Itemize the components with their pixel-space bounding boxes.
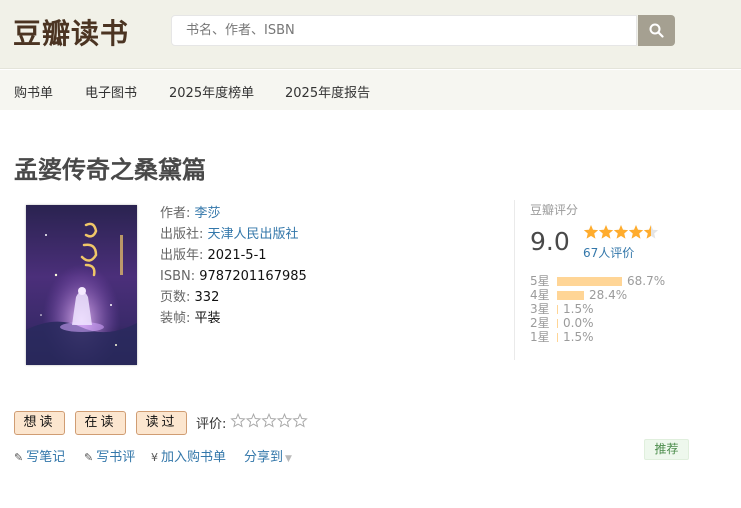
rate-label: 评价: [196,417,227,432]
rating-bar [557,319,558,328]
info-label: 作者: [160,206,191,221]
star-level-label: 3星 [530,302,550,316]
nav-item-shopping-list[interactable]: 购书单 [14,82,53,101]
star-filled-icon [613,225,629,239]
star-outline-icon [230,412,246,428]
search-button[interactable] [638,15,675,46]
nav-item-annual-report[interactable]: 2025年度报告 [285,82,370,101]
star-level-label: 4星 [530,288,550,302]
star-filled-icon [628,225,644,239]
info-isbn: ISBN: 9787201167985 [160,266,307,287]
want-to-read-button[interactable]: 想读 [14,411,65,435]
info-label: 装帧: [160,311,191,326]
rating-bar [557,305,558,314]
caret-down-icon: ▼ [285,454,292,464]
star-level-label: 2星 [530,316,550,330]
reading-button[interactable]: 在读 [75,411,126,435]
top-bar: 豆瓣读书 [0,0,741,69]
yen-icon: ¥ [151,451,158,464]
book-title: 孟婆传奇之桑黛篇 [14,156,206,184]
publisher-link[interactable]: 天津人民出版社 [208,227,299,242]
star-outline-icon [261,412,277,428]
douban-book-logo[interactable]: 豆瓣读书 [13,12,129,52]
star-level-label: 5星 [530,274,550,288]
star-filled-icon [583,225,599,239]
write-note-label: 写笔记 [26,450,66,465]
add-cart-label: 加入购书单 [161,450,227,465]
nav-item-annual-ranking[interactable]: 2025年度榜单 [169,82,254,101]
rating-bar [557,333,558,342]
rating-label: 豆瓣评分 [530,203,579,217]
star-outline-icon [276,412,293,428]
rating-percent: 1.5% [563,302,594,316]
rating-bar [557,277,622,286]
rating-percent: 0.0% [563,316,594,330]
info-value: 9787201167985 [199,269,307,284]
rating-count-link[interactable]: 67人评价 [583,244,634,261]
recommend-button[interactable]: 推荐 [644,439,689,460]
have-read-button[interactable]: 读过 [136,411,187,435]
empty-stars-icon[interactable] [230,412,310,429]
info-label: ISBN: [160,269,196,284]
info-label: 出版年: [160,248,204,263]
book-cover-image [26,205,137,365]
info-value: 平装 [194,311,221,326]
info-author: 作者: 李莎 [160,203,307,224]
star-outline-icon [245,412,262,428]
info-label: 出版社: [160,227,204,242]
add-to-cart-link[interactable]: ¥ 加入购书单 [151,446,226,465]
info-label: 页数: [160,290,191,305]
pencil-icon: ✎ [14,451,24,464]
search-input[interactable] [171,15,637,46]
nav-bar: 购书单 电子图书 2025年度榜单 2025年度报告 [0,70,741,110]
book-info: 作者: 李莎 出版社: 天津人民出版社 出版年: 2021-5-1 ISBN: … [160,203,307,329]
write-review-label: 写书评 [96,450,136,465]
user-rating-stars[interactable] [230,412,310,433]
star-level-label: 1星 [530,330,550,344]
rating-score: 9.0 [530,227,570,256]
info-publisher: 出版社: 天津人民出版社 [160,224,307,245]
pencil-icon: ✎ [84,451,94,464]
info-pub-year: 出版年: 2021-5-1 [160,245,307,266]
write-review-link[interactable]: ✎ 写书评 [84,446,135,465]
info-value: 332 [194,290,220,305]
share-label: 分享到 [244,450,284,465]
write-note-link[interactable]: ✎ 写笔记 [14,446,65,465]
rating-percent: 1.5% [563,330,594,344]
rating-bar [557,291,584,300]
star-filled-icon [598,225,614,239]
info-binding: 装帧: 平装 [160,308,307,329]
info-value: 2021-5-1 [207,248,267,263]
rating-percent: 68.7% [627,274,666,288]
star-rating-icon [583,225,659,239]
info-pages: 页数: 332 [160,287,307,308]
author-link[interactable]: 李莎 [195,206,221,221]
book-cover[interactable] [26,205,137,365]
rating-percent: 28.4% [589,288,628,302]
search-icon [649,23,664,38]
star-outline-icon [292,412,308,428]
rating-stars [583,224,659,244]
rating-panel: 豆瓣评分 9.0 67人评价 5星 68.7% 4星 28.4% 3星 1.5% 2星… [514,200,684,360]
share-dropdown[interactable]: 分享到 ▼ [244,446,292,465]
nav-item-ebooks[interactable]: 电子图书 [85,82,137,101]
